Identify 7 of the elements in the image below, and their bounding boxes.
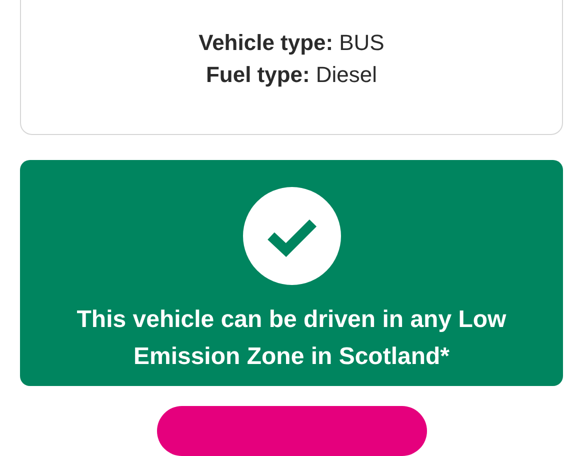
detail-label: Vehicle type: xyxy=(198,30,334,56)
result-message: This vehicle can be driven in any Low Emission Zone in Scotland* xyxy=(76,305,508,372)
button[interactable] xyxy=(156,406,426,456)
detail-value: Diesel xyxy=(316,62,378,88)
detail-value: BUS xyxy=(339,30,384,56)
check-icon xyxy=(242,187,340,286)
detail-label: Fuel type: xyxy=(206,62,310,88)
